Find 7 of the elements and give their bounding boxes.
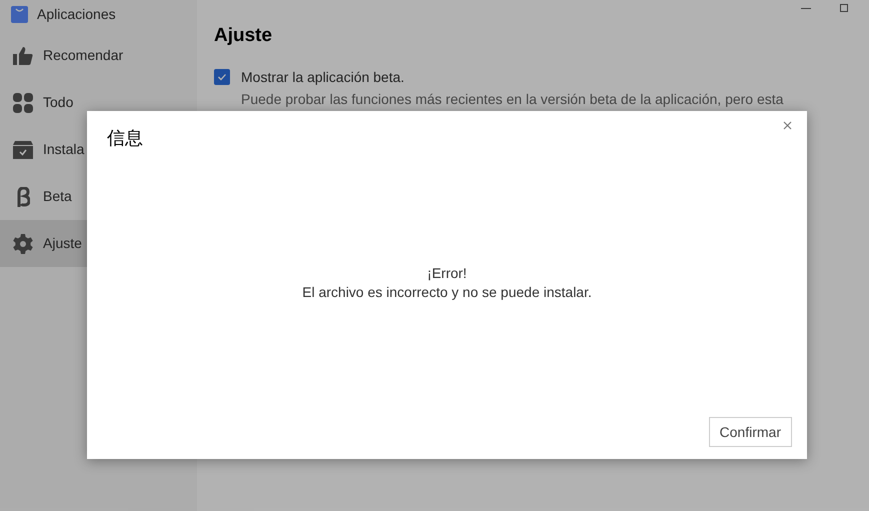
error-message: El archivo es incorrecto y no se puede instalar. [302,283,592,302]
page-heading: Ajuste [214,24,274,48]
option-description: Puede probar las funciones más recientes en la versión beta de la aplicación, pero esta [241,90,784,106]
error-message: ¡Error! [427,264,467,283]
dialog-title: 信息 [107,127,143,151]
app-title: Aplicaciones [37,4,116,24]
option-label: Mostrar la aplicación beta. [241,68,406,87]
